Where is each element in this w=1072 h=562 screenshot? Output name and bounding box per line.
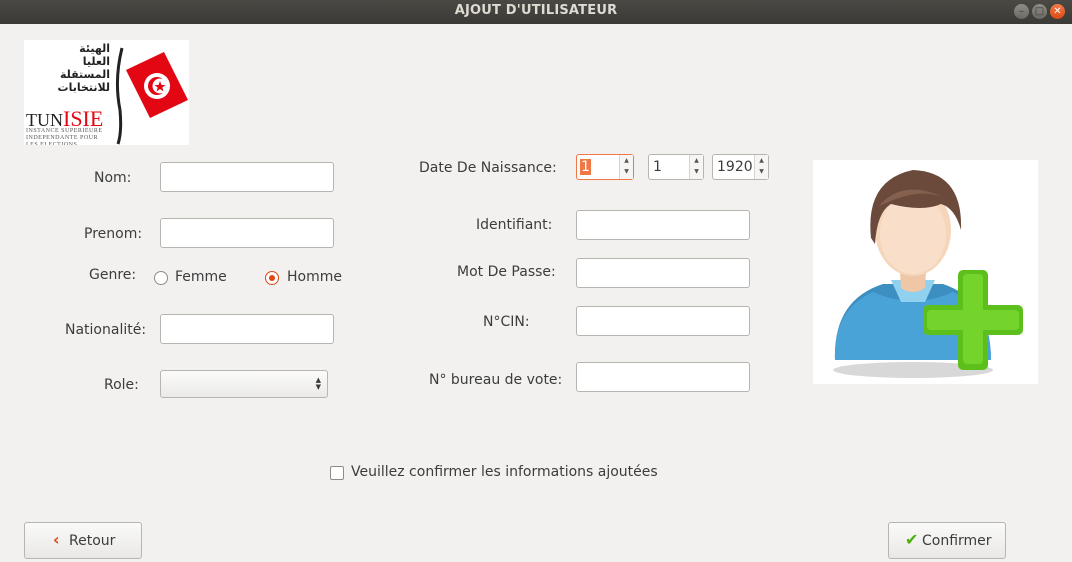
user-add-icon [833, 170, 1023, 378]
close-button[interactable]: ✕ [1050, 4, 1065, 19]
nationalite-label: Nationalité: [65, 322, 147, 338]
year-spinner[interactable]: 1920 ▲ ▼ [712, 154, 769, 180]
prenom-input[interactable] [160, 218, 334, 248]
femme-radio[interactable] [154, 271, 168, 285]
role-label: Role: [104, 377, 139, 393]
bureau-vote-label: N° bureau de vote: [429, 372, 563, 388]
identifiant-input[interactable] [576, 210, 750, 240]
title-bar: AJOUT D'UTILISATEUR – □ ✕ [0, 0, 1072, 24]
bureau-vote-input[interactable] [576, 362, 750, 392]
maximize-button[interactable]: □ [1032, 4, 1047, 19]
window-title: AJOUT D'UTILISATEUR [454, 3, 618, 18]
nom-label: Nom: [94, 170, 132, 186]
isie-logo: الهيئة العليا المستقلة للانتخابات TUNISI… [24, 40, 189, 145]
nom-input[interactable] [160, 162, 334, 192]
date-naissance-label: Date De Naissance: [419, 160, 557, 176]
spinner-arrows-icon[interactable]: ▲ ▼ [689, 155, 703, 179]
homme-label[interactable]: Homme [287, 269, 342, 285]
spinner-arrows-icon[interactable]: ▲ ▼ [619, 155, 633, 179]
cin-input[interactable] [576, 306, 750, 336]
confirm-checkbox-label[interactable]: Veuillez confirmer les informations ajou… [351, 464, 658, 480]
logo-arabic-text: الهيئة العليا المستقلة للانتخابات [57, 42, 110, 94]
user-photo[interactable] [813, 160, 1038, 384]
role-select[interactable]: ▲ ▼ [160, 370, 328, 398]
month-spinner[interactable]: 1 ▲ ▼ [648, 154, 704, 180]
retour-button[interactable]: ‹ Retour [24, 522, 142, 559]
minimize-button[interactable]: – [1014, 4, 1029, 19]
mot-de-passe-input[interactable] [576, 258, 750, 288]
nationalite-input[interactable] [160, 314, 334, 344]
prenom-label: Prenom: [84, 226, 143, 242]
cin-label: N°CIN: [483, 314, 530, 330]
confirmer-button[interactable]: ✔ Confirmer [888, 522, 1006, 559]
logo-subtitle: INSTANCE SUPERIEURE INDEPENDANTE POUR LE… [26, 128, 103, 145]
spinner-arrows-icon[interactable]: ▲ ▼ [754, 155, 768, 179]
day-spinner[interactable]: 1 ▲ ▼ [576, 154, 634, 180]
confirm-checkbox[interactable] [330, 466, 344, 480]
mot-de-passe-label: Mot De Passe: [457, 264, 556, 280]
tunisia-flag-icon [115, 47, 188, 145]
identifiant-label: Identifiant: [476, 217, 553, 233]
chevron-left-icon: ‹ [53, 530, 60, 549]
homme-radio[interactable] [265, 271, 279, 285]
checkmark-icon: ✔ [905, 530, 919, 549]
select-arrows-icon: ▲ ▼ [315, 376, 321, 391]
genre-label: Genre: [89, 267, 137, 283]
femme-label[interactable]: Femme [175, 269, 227, 285]
